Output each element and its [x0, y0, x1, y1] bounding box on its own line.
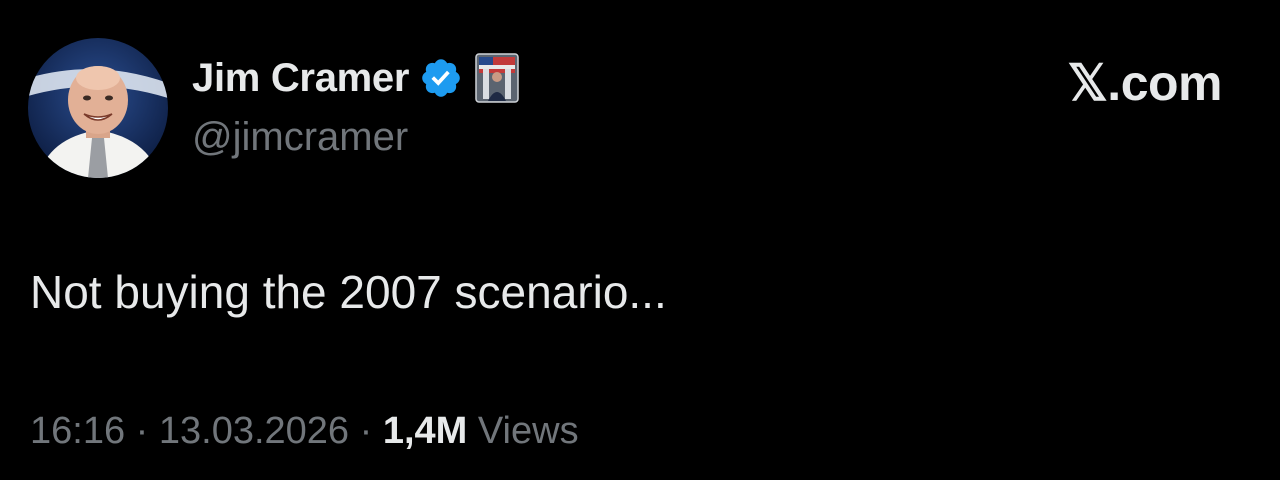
- views-count: 1,4M: [382, 410, 468, 452]
- meta-separator: ·: [359, 410, 373, 452]
- tweet-text: Not buying the 2007 scenario...: [30, 266, 667, 318]
- tweet-card: Jim Cramer @jimcramer 𝕏.com Not buying t…: [0, 0, 1280, 480]
- brand-label: 𝕏.com: [1067, 55, 1223, 111]
- tweet-time[interactable]: 16:16: [30, 410, 125, 452]
- tweet-meta: 16:16 · 13.03.2026 · 1,4M Views: [30, 410, 579, 453]
- author-name-row: Jim Cramer: [192, 52, 519, 104]
- views-label: Views: [477, 410, 579, 452]
- author-avatar[interactable]: [28, 38, 168, 178]
- meta-separator: ·: [135, 410, 149, 452]
- affiliate-badge-photo[interactable]: [475, 53, 519, 103]
- verified-badge-icon: [419, 56, 463, 100]
- tweet-date[interactable]: 13.03.2026: [159, 410, 349, 452]
- avatar-image: [28, 38, 168, 178]
- author-handle[interactable]: @jimcramer: [192, 115, 408, 160]
- author-display-name[interactable]: Jim Cramer: [192, 56, 409, 101]
